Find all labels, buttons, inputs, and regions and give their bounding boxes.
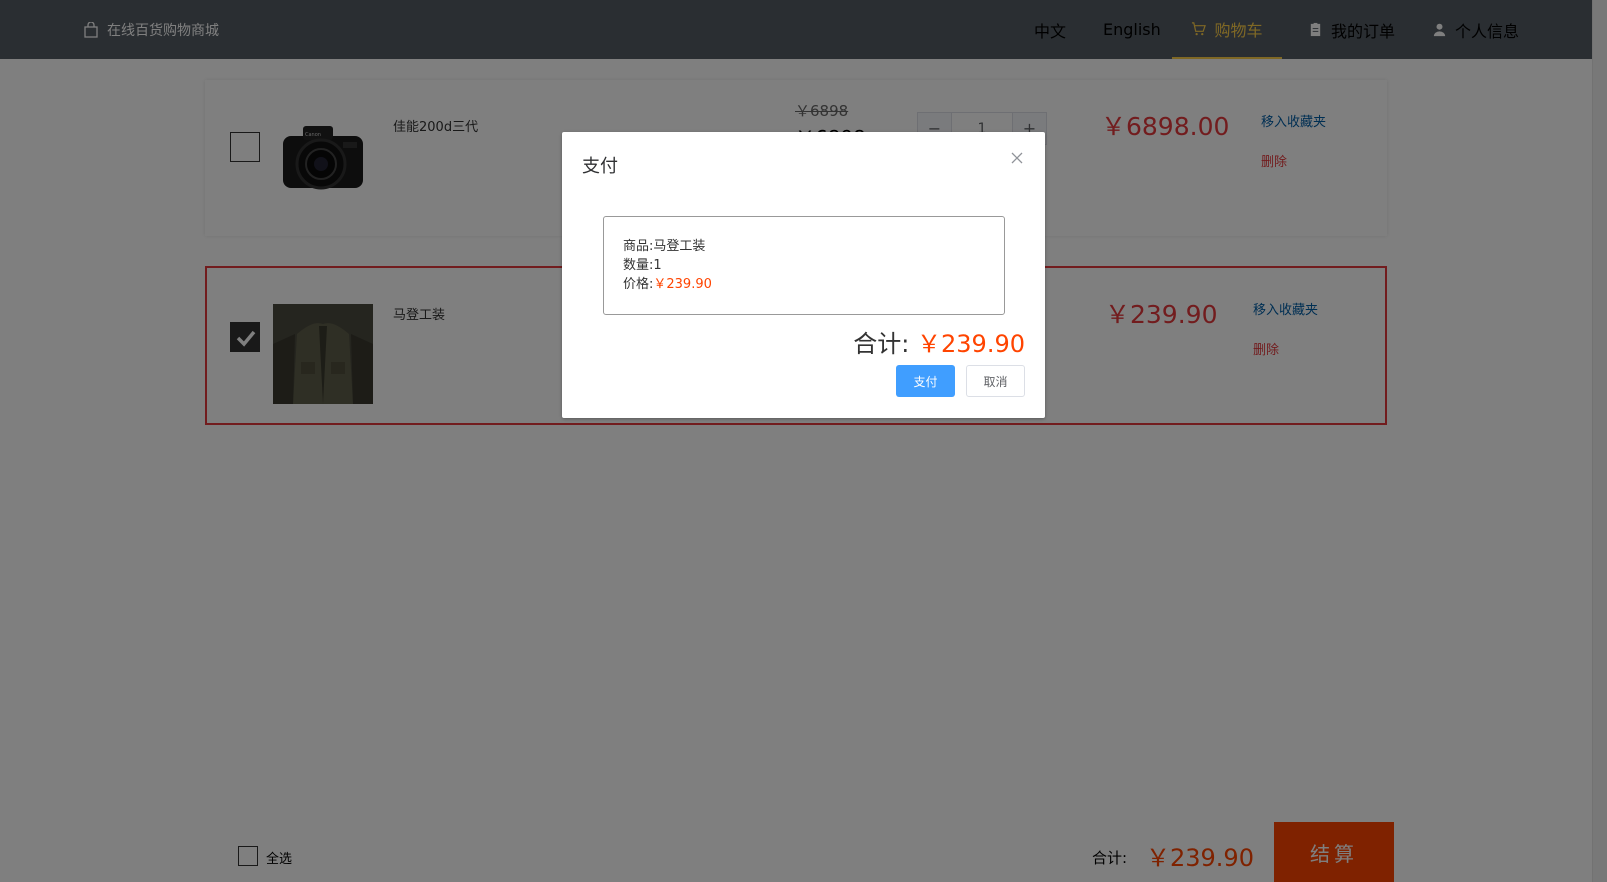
product-label: 商品: [623, 239, 654, 254]
price-label: 价格: [623, 277, 654, 292]
order-qty-row: 数量:1 [623, 256, 985, 275]
dialog-sum-value: ￥239.90 [917, 330, 1025, 358]
dialog-sum-label: 合计: [853, 330, 910, 358]
order-summary: 商品:马登工装 数量:1 价格:￥239.90 [603, 216, 1005, 315]
order-product-row: 商品:马登工装 [623, 237, 985, 256]
close-icon[interactable] [1009, 150, 1025, 166]
dialog-total: 合计: ￥239.90 [853, 324, 1025, 359]
product-value: 马登工装 [653, 239, 706, 254]
dialog-title: 支付 [582, 156, 618, 177]
pay-button[interactable]: 支付 [896, 365, 955, 397]
qty-label: 数量: [623, 258, 654, 273]
cancel-button[interactable]: 取消 [966, 365, 1025, 397]
payment-dialog: 支付 商品:马登工装 数量:1 价格:￥239.90 合计: ￥239.90 支… [562, 132, 1045, 418]
price-value: ￥239.90 [653, 277, 712, 292]
order-price-row: 价格:￥239.90 [623, 275, 985, 294]
qty-value: 1 [653, 258, 662, 273]
